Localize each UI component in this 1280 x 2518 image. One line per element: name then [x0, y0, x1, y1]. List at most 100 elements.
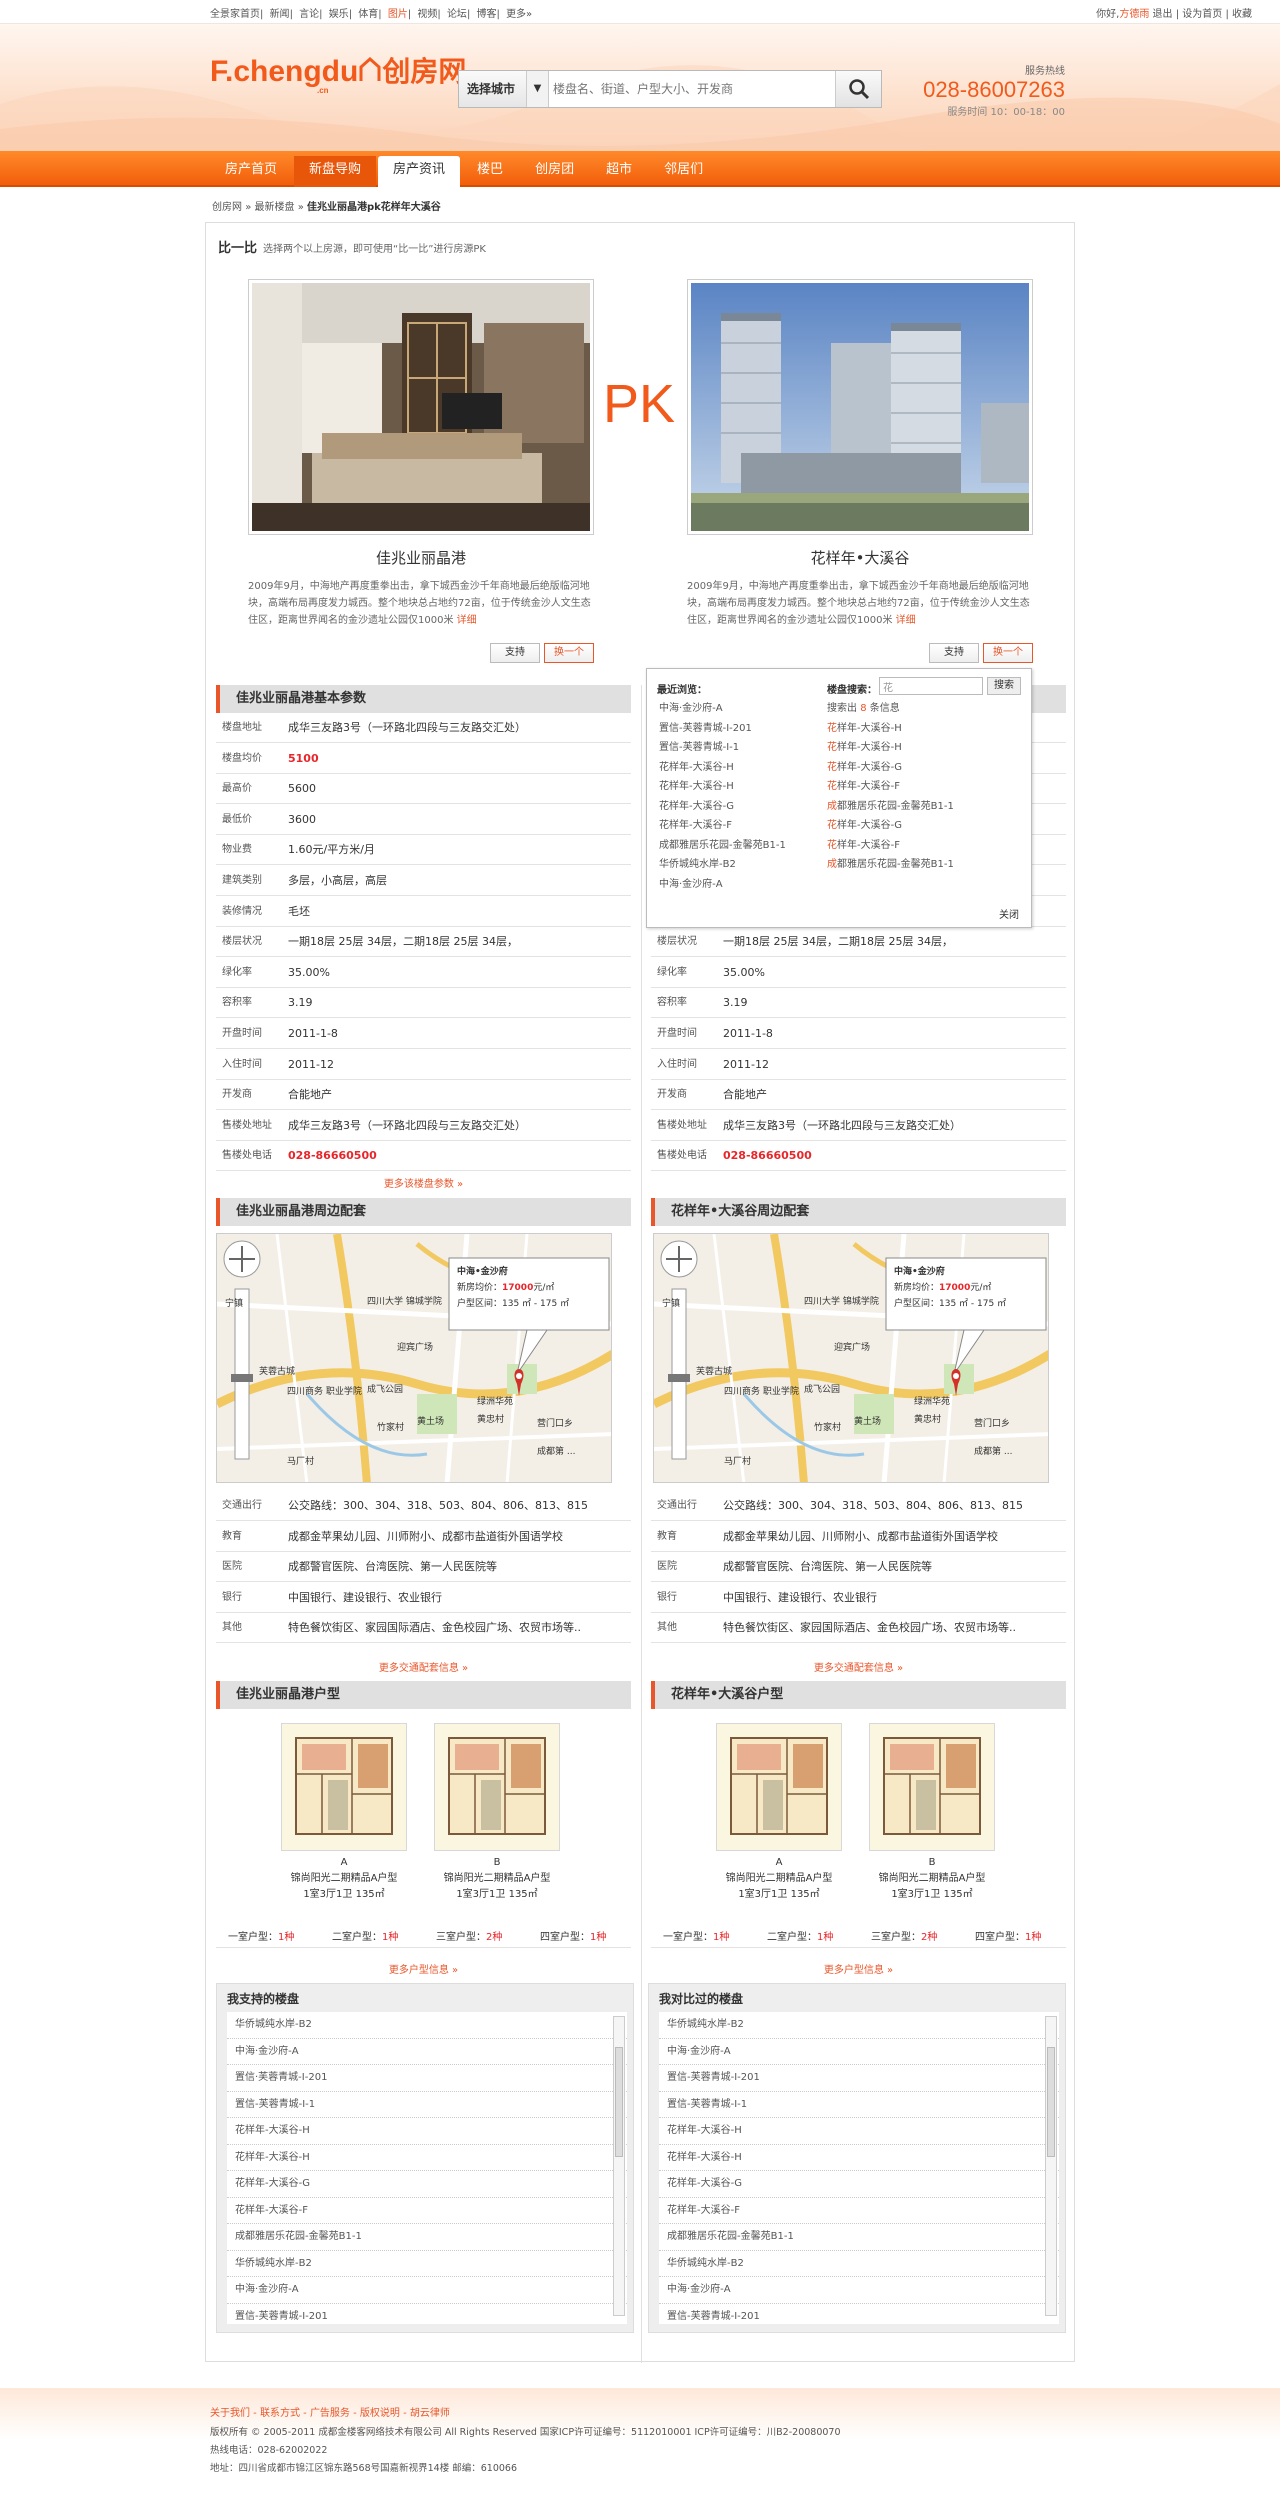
list-item[interactable]: 华侨城纯水岸-B2 [227, 2251, 627, 2277]
map-right[interactable]: 中海•金沙府 新房均价：17000元/㎡ 户型区间：135 ㎡ - 175 ㎡ 宁镇芙… [653, 1233, 1049, 1483]
crumb-new[interactable]: 最新楼盘 [255, 202, 295, 213]
set-home-link[interactable]: 设为首页 [1182, 9, 1222, 20]
search-input[interactable] [553, 79, 813, 99]
list-item[interactable]: 中海·金沙府-A [227, 2277, 627, 2304]
footer-contact[interactable]: 联系方式 [260, 2408, 300, 2419]
list-item[interactable]: 花样年-大溪谷-F [659, 2198, 1059, 2224]
footer-lawyer[interactable]: 胡云律师 [410, 2408, 450, 2419]
search-button[interactable] [835, 71, 881, 107]
floorplan-image[interactable] [869, 1723, 995, 1851]
list-item[interactable]: 花样年-大溪谷-H [659, 2145, 1059, 2171]
recent-item[interactable]: 华侨城纯水岸-B2 [659, 855, 786, 875]
result-item[interactable]: 花样年-大溪谷-F [827, 836, 954, 856]
floorplan-image[interactable] [281, 1723, 407, 1851]
recent-item[interactable]: 置信-芙蓉青城-I-1 [659, 738, 786, 758]
list-item[interactable]: 花样年-大溪谷-G [227, 2171, 627, 2198]
popup-search-input[interactable] [879, 677, 983, 695]
house-left-name[interactable]: 佳兆业丽晶港 [248, 547, 594, 568]
site-logo[interactable]: F.chengdu 创房网 .cn [210, 50, 466, 95]
result-item[interactable]: 花样年-大溪谷-G [827, 816, 954, 836]
username-link[interactable]: 方德雨 [1119, 9, 1149, 20]
logout-link[interactable]: 退出 [1153, 9, 1173, 20]
top-link-sports[interactable]: 体育 [358, 9, 378, 20]
more-units-link-left[interactable]: 更多户型信息 » [216, 1961, 631, 1976]
unit-name[interactable]: 锦尚阳光二期精品A户型 [269, 1871, 419, 1887]
nav-neighbors[interactable]: 邻居们 [649, 156, 718, 187]
list-item[interactable]: 花样年-大溪谷-H [227, 2118, 627, 2145]
top-link-home[interactable]: 全景家首页 [210, 9, 260, 20]
house-left-detail-link[interactable]: 详细 [457, 615, 477, 626]
list-item[interactable]: 花样年-大溪谷-H [227, 2145, 627, 2171]
unit-name[interactable]: 锦尚阳光二期精品A户型 [422, 1871, 572, 1887]
top-link-video[interactable]: 视频 [417, 9, 437, 20]
list-item[interactable]: 置信-芙蓉青城-I-201 [659, 2304, 1059, 2325]
crumb-home[interactable]: 创房网 [212, 202, 242, 213]
recent-item[interactable]: 花样年-大溪谷-F [659, 816, 786, 836]
top-link-pics[interactable]: 图片 [388, 9, 408, 20]
list-item[interactable]: 置信-芙蓉青城-I-201 [659, 2065, 1059, 2092]
list-item[interactable]: 花样年-大溪谷-F [227, 2198, 627, 2224]
top-link-forum[interactable]: 论坛 [447, 9, 467, 20]
scrollbar[interactable] [613, 2016, 625, 2316]
list-item[interactable]: 成都雅居乐花园-金馨苑B1-1 [659, 2224, 1059, 2251]
list-item[interactable]: 华侨城纯水岸-B2 [659, 2251, 1059, 2277]
house-left-photo[interactable] [248, 279, 594, 535]
scrollbar[interactable] [1045, 2016, 1057, 2316]
result-item[interactable]: 成都雅居乐花园-金馨苑B1-1 [827, 855, 954, 875]
chevron-down-icon[interactable]: ▼ [527, 71, 549, 107]
change-button-right[interactable]: 换一个 [983, 643, 1033, 663]
floorplan-image[interactable] [716, 1723, 842, 1851]
house-right-name[interactable]: 花样年•大溪谷 [687, 547, 1033, 568]
list-item[interactable]: 置信-芙蓉青城-I-201 [227, 2304, 627, 2325]
top-link-ent[interactable]: 娱乐 [329, 9, 349, 20]
recent-item[interactable]: 花样年-大溪谷-H [659, 758, 786, 778]
house-right-detail-link[interactable]: 详细 [896, 615, 916, 626]
popup-close-button[interactable]: 关闭 [999, 906, 1019, 921]
unit-name[interactable]: 锦尚阳光二期精品A户型 [857, 1871, 1007, 1887]
list-item[interactable]: 中海·金沙府-A [227, 2039, 627, 2065]
more-around-link-left[interactable]: 更多交通配套信息 » [216, 1659, 631, 1674]
top-link-more[interactable]: 更多» [506, 9, 532, 20]
recent-item[interactable]: 花样年-大溪谷-G [659, 797, 786, 817]
result-item[interactable]: 花样年-大溪谷-H [827, 719, 954, 739]
result-item[interactable]: 成都雅居乐花园-金馨苑B1-1 [827, 797, 954, 817]
nav-guide[interactable]: 新盘导购 [294, 156, 377, 187]
house-right-photo[interactable] [687, 279, 1033, 535]
nav-news[interactable]: 房产资讯 [378, 156, 461, 187]
more-params-link[interactable]: 更多该楼盘参数 » [216, 1175, 631, 1190]
list-item[interactable]: 中海·金沙府-A [659, 2039, 1059, 2065]
nav-home[interactable]: 房产首页 [210, 156, 292, 187]
recent-item[interactable]: 花样年-大溪谷-H [659, 777, 786, 797]
city-select[interactable]: 选择城市 [459, 71, 527, 107]
unit-name[interactable]: 锦尚阳光二期精品A户型 [704, 1871, 854, 1887]
result-item[interactable]: 花样年-大溪谷-F [827, 777, 954, 797]
floorplan-image[interactable] [434, 1723, 560, 1851]
top-link-opinion[interactable]: 言论 [299, 9, 319, 20]
list-item[interactable]: 成都雅居乐花园-金馨苑B1-1 [227, 2224, 627, 2251]
list-item[interactable]: 置信·芙蓉青城-I-201 [227, 2065, 627, 2092]
nav-group[interactable]: 创房团 [520, 156, 589, 187]
footer-copyright-note[interactable]: 版权说明 [360, 2408, 400, 2419]
nav-bus[interactable]: 楼巴 [462, 156, 518, 187]
map-left[interactable]: 中海•金沙府 新房均价：17000元/㎡ 户型区间：135 ㎡ - 175 ㎡ 宁镇芙… [216, 1233, 612, 1483]
list-item[interactable]: 花样年-大溪谷-G [659, 2171, 1059, 2198]
list-item[interactable]: 置信-芙蓉青城-I-1 [227, 2092, 627, 2118]
recent-item[interactable]: 成都雅居乐花园-金馨苑B1-1 [659, 836, 786, 856]
recent-item[interactable]: 置信-芙蓉青城-I-201 [659, 719, 786, 739]
nav-market[interactable]: 超市 [591, 156, 647, 187]
list-item[interactable]: 花样年-大溪谷-H [659, 2118, 1059, 2145]
change-button-left[interactable]: 换一个 [544, 643, 594, 663]
result-item[interactable]: 花样年-大溪谷-G [827, 758, 954, 778]
recent-item[interactable]: 中海·金沙府-A [659, 699, 786, 719]
popup-search-button[interactable]: 搜索 [987, 677, 1021, 695]
support-button-left[interactable]: 支持 [490, 643, 540, 663]
support-button-right[interactable]: 支持 [929, 643, 979, 663]
recent-item[interactable]: 中海·金沙府-A [659, 875, 786, 895]
footer-ads[interactable]: 广告服务 [310, 2408, 350, 2419]
footer-about[interactable]: 关于我们 [210, 2408, 250, 2419]
list-item[interactable]: 置信-芙蓉青城-I-1 [659, 2092, 1059, 2118]
result-item[interactable]: 花样年-大溪谷-H [827, 738, 954, 758]
top-link-blog[interactable]: 博客 [477, 9, 497, 20]
top-link-news[interactable]: 新闻 [270, 9, 290, 20]
list-item[interactable]: 中海·金沙府-A [659, 2277, 1059, 2304]
